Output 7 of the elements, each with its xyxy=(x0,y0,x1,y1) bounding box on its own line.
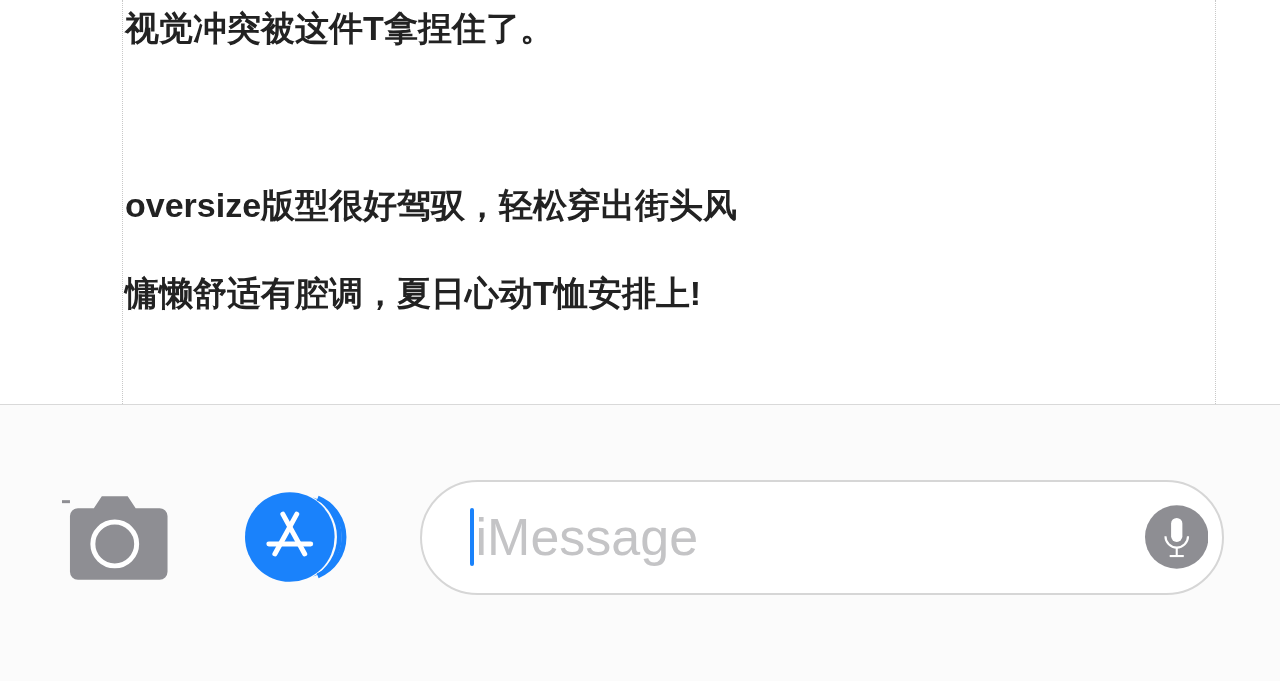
post-text: oversize版型很好驾驭，轻松穿出街头风 xyxy=(125,185,738,225)
text-caret-icon xyxy=(470,508,474,566)
message-input[interactable]: iMessage xyxy=(475,498,1145,576)
camera-icon[interactable] xyxy=(60,494,170,580)
post-text: 视觉冲突被这件T拿捏住了。 xyxy=(125,8,554,48)
post-text: 慵懒舒适有腔调，夏日心动T恤安排上! xyxy=(125,273,702,313)
message-input-field[interactable]: iMessage xyxy=(420,479,1224,595)
